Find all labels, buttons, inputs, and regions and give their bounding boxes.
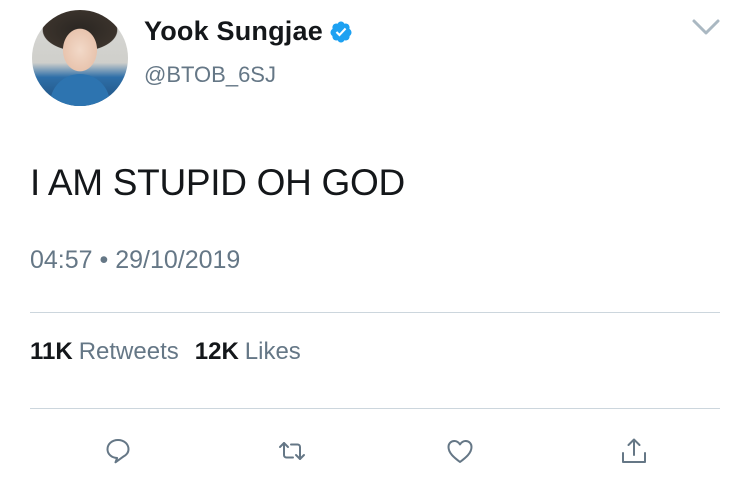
like-icon (447, 440, 473, 463)
share-icon (622, 438, 646, 463)
likes-stat[interactable]: 12K Likes (195, 338, 301, 366)
share-button[interactable] (617, 434, 651, 468)
retweet-button[interactable] (275, 434, 309, 468)
retweets-count: 11K (30, 338, 73, 365)
retweet-icon (279, 442, 305, 460)
retweets-stat[interactable]: 11K Retweets (30, 338, 179, 366)
tweet-stats: 11K Retweets 12K Likes (30, 338, 317, 366)
tweet-timestamp[interactable]: 04:57 • 29/10/2019 (30, 246, 240, 275)
chevron-down-icon[interactable] (690, 14, 722, 40)
divider-top (30, 312, 720, 313)
author-name-row: Yook Sungjae (144, 16, 353, 47)
reply-button[interactable] (101, 434, 135, 468)
avatar-collar (50, 74, 110, 106)
like-button[interactable] (443, 434, 477, 468)
author-handle[interactable]: @BTOB_6SJ (144, 62, 276, 88)
verified-badge-icon (329, 20, 353, 44)
tweet-text: I AM STUPID OH GOD (30, 162, 405, 203)
reply-icon (106, 439, 130, 464)
retweets-label: Retweets (78, 338, 179, 365)
author-name[interactable]: Yook Sungjae (144, 16, 323, 47)
likes-label: Likes (244, 338, 301, 365)
avatar[interactable] (32, 10, 128, 106)
divider-bottom (30, 408, 720, 409)
likes-count: 12K (194, 338, 239, 365)
